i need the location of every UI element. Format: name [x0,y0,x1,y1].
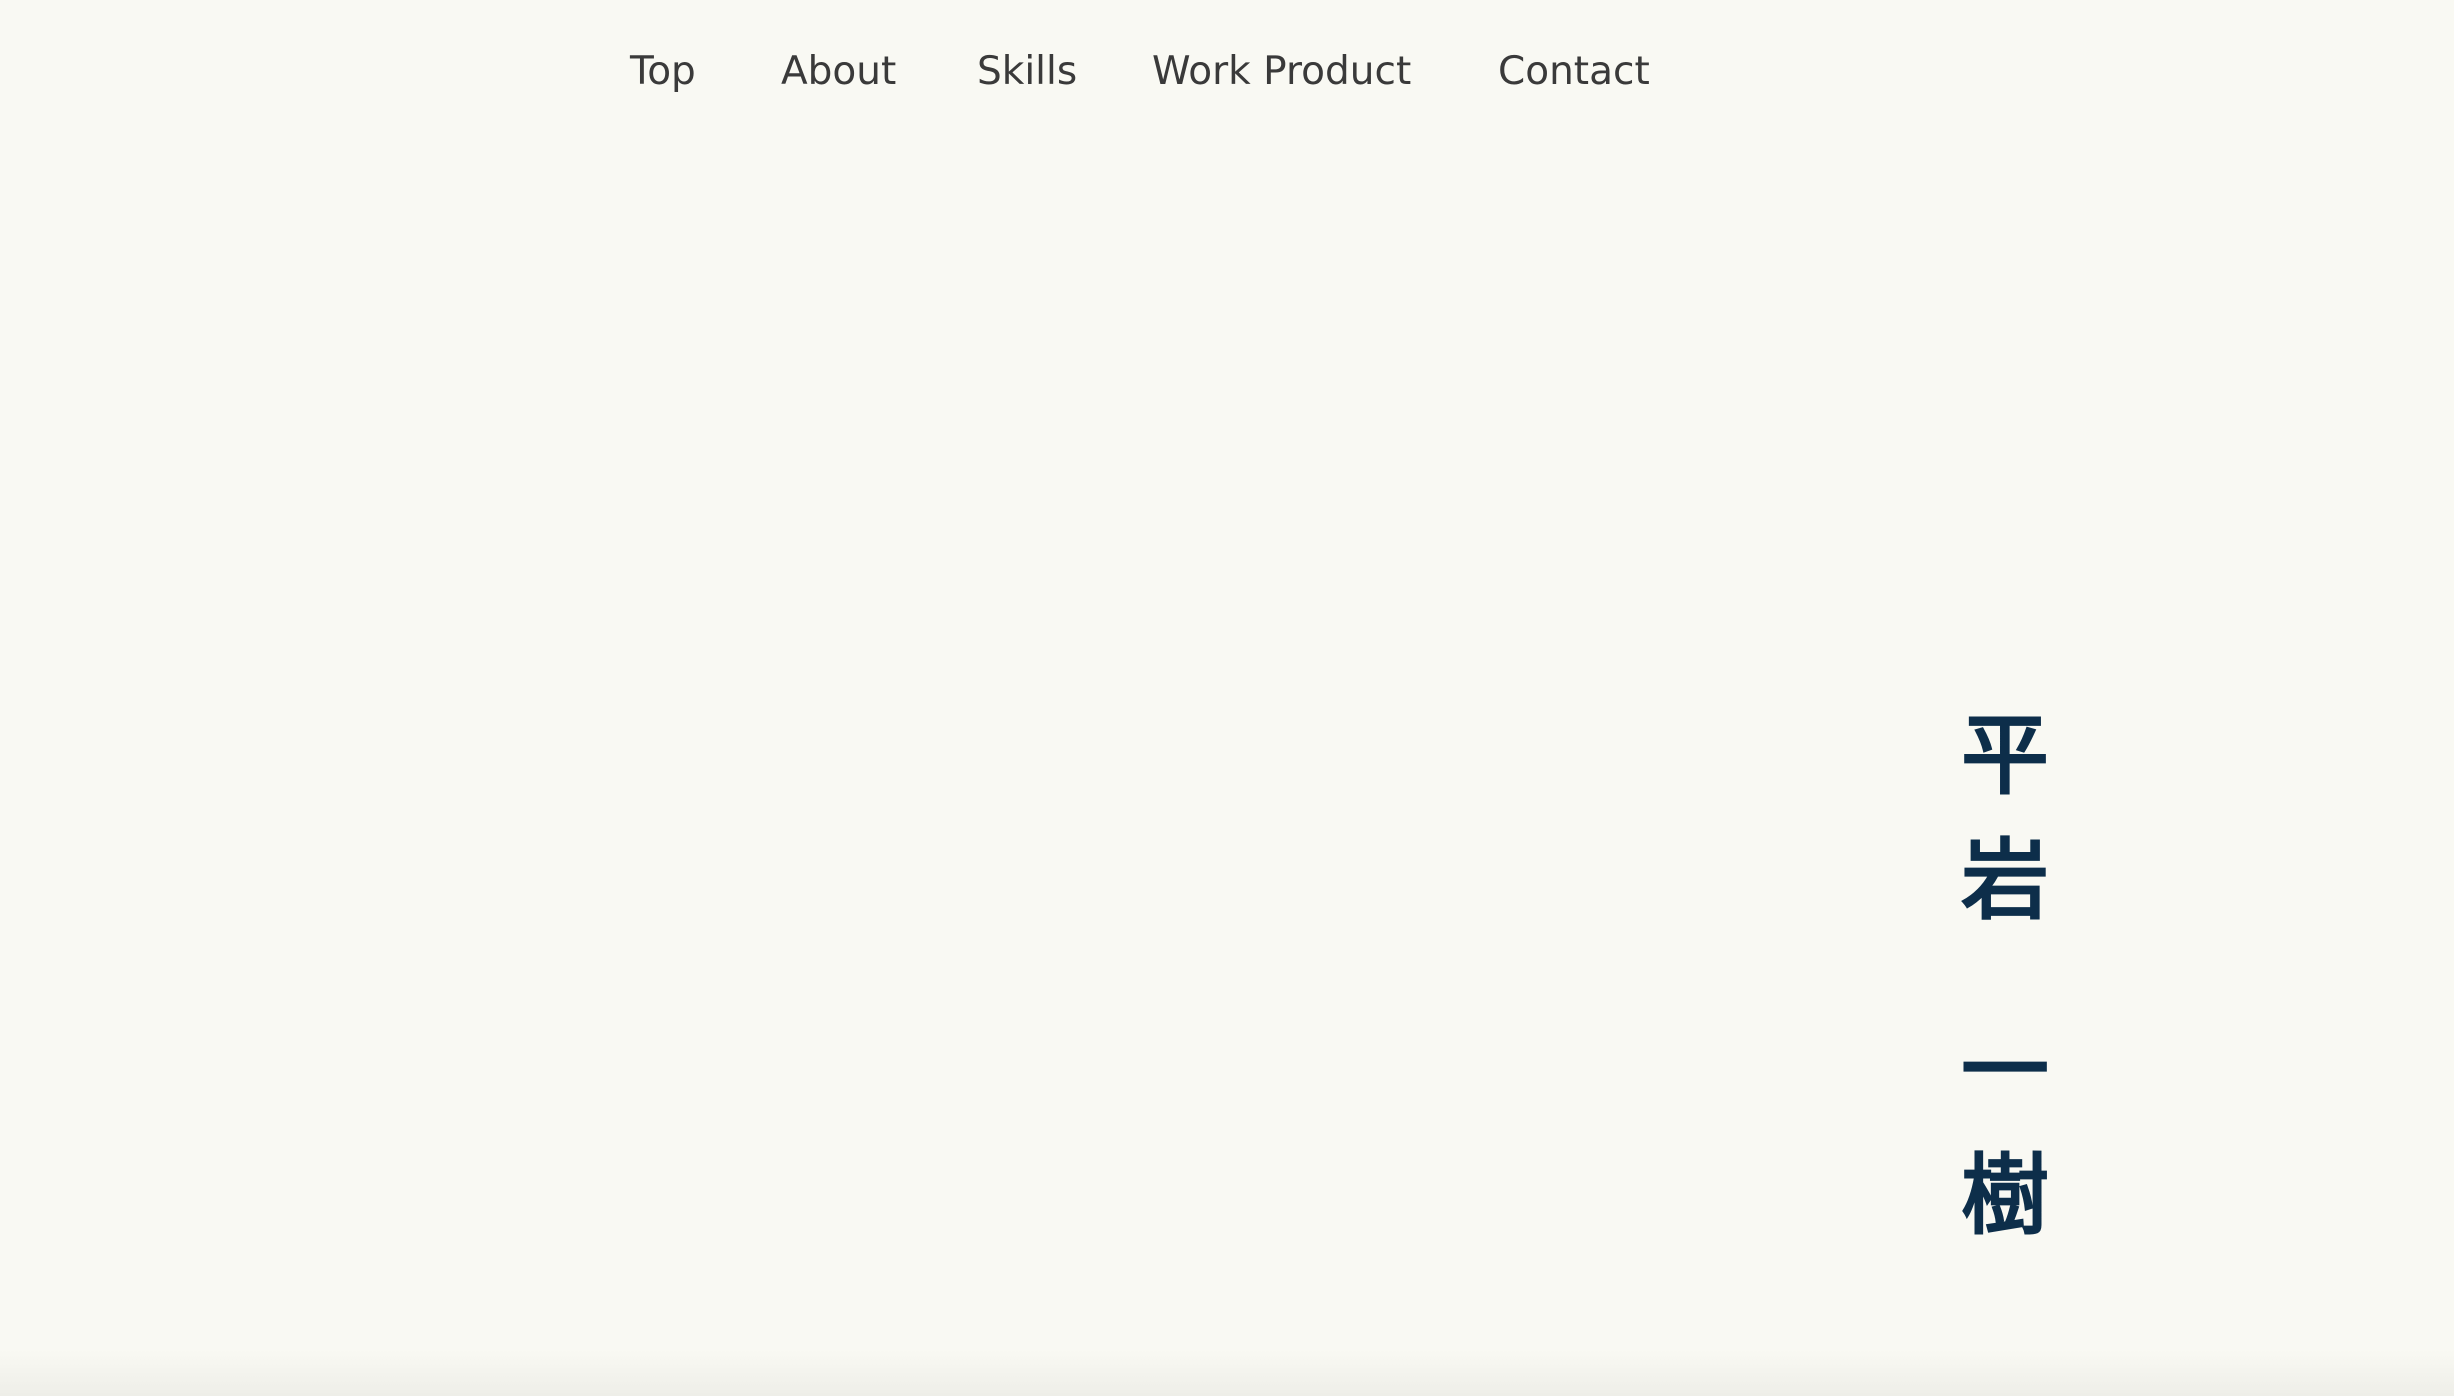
bottom-edge-shade [0,1350,2454,1396]
nav-link-contact[interactable]: Contact [1498,40,1650,104]
name-char-3: 一 [1960,1018,2049,1122]
name-char-1: 平 [1960,703,2049,807]
page: Top About Skills Work Product Contact 平 … [0,0,2454,1396]
nav-link-top[interactable]: Top [630,40,696,104]
nav-link-about[interactable]: About [781,40,896,104]
top-nav: Top About Skills Work Product Contact [0,40,2454,104]
nav-link-work-product[interactable]: Work Product [1152,40,1411,104]
name-char-2: 岩 [1960,828,2049,932]
vertical-name-calligraphy: 平 岩 一 樹 [1935,700,2075,1270]
nav-link-skills[interactable]: Skills [977,40,1077,104]
name-char-4: 樹 [1960,1143,2049,1247]
